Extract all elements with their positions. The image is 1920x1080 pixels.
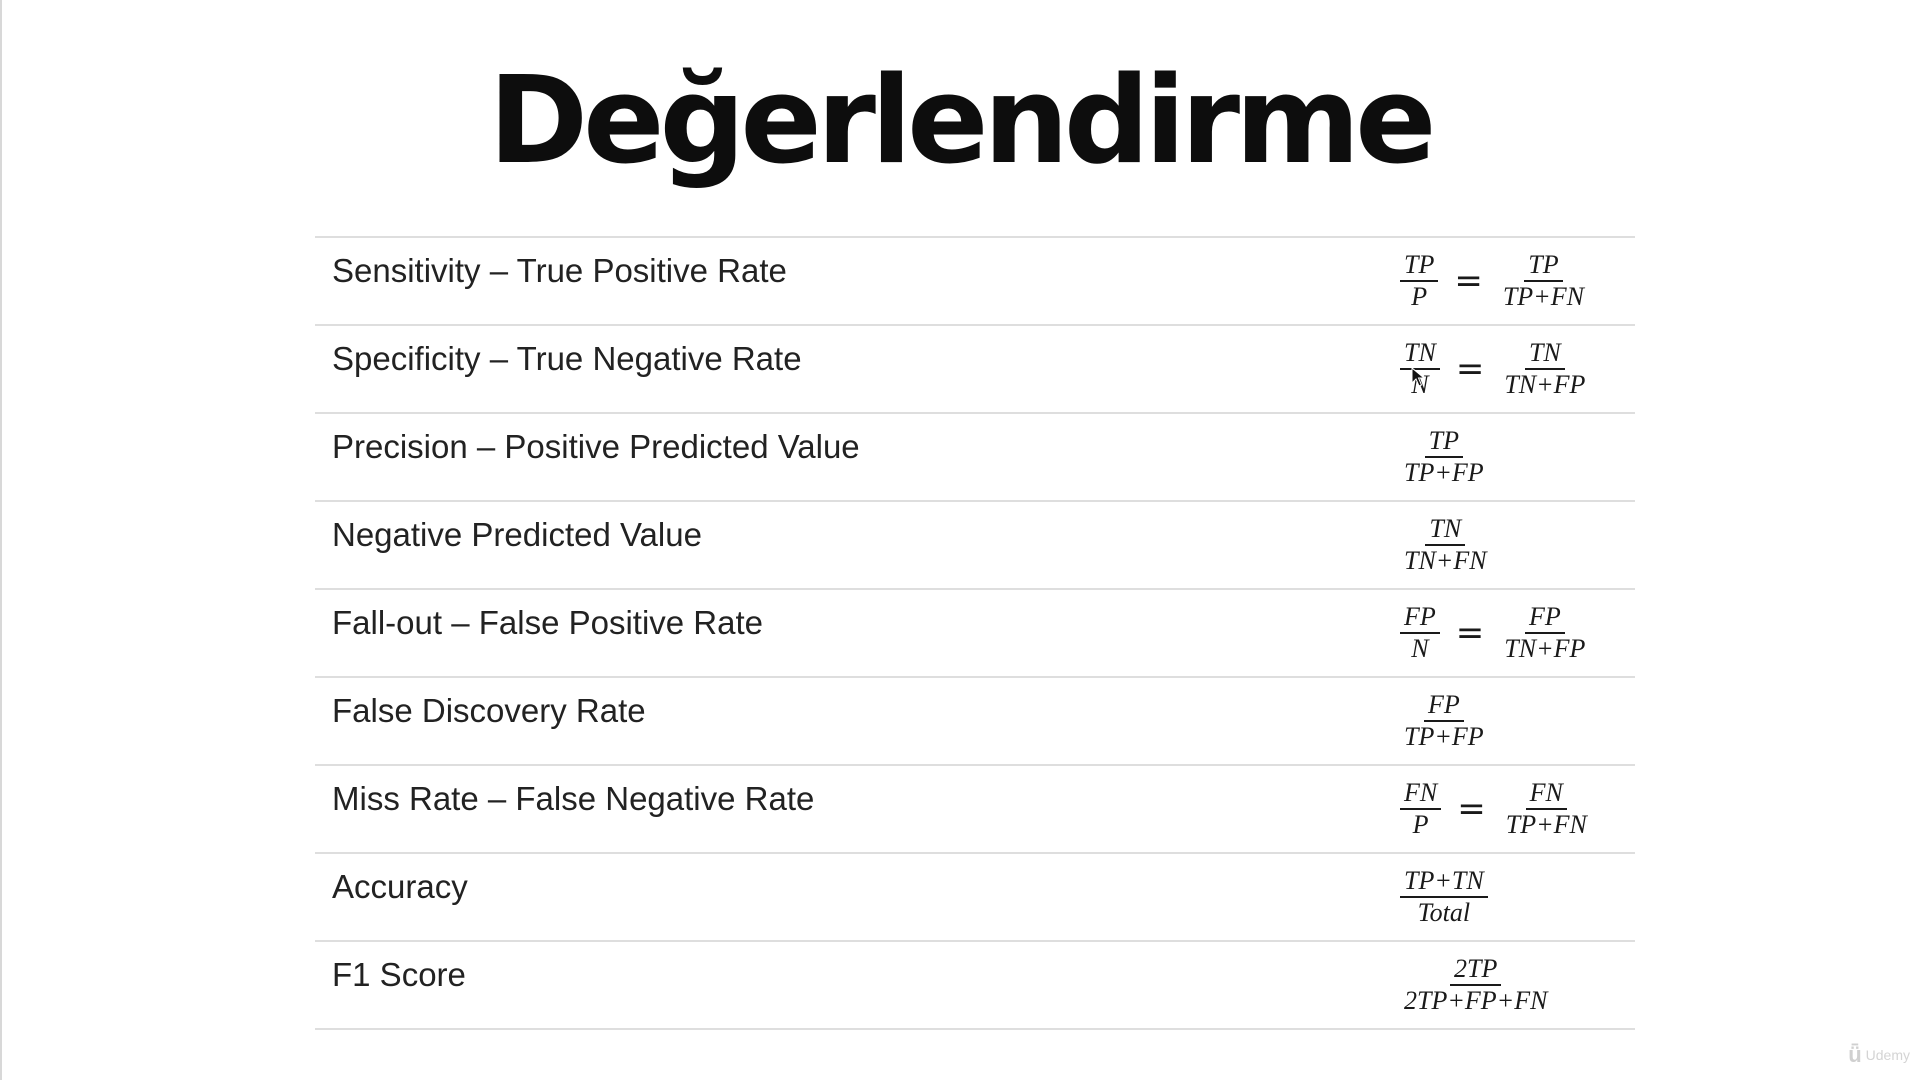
fraction: TN TN+FN <box>1400 515 1491 575</box>
fraction: TP+TN Total <box>1400 867 1488 927</box>
formula-npv: TN TN+FN <box>1400 502 1491 588</box>
denominator: 2TP+FP+FN <box>1404 986 1548 1015</box>
udemy-watermark: ǖ Udemy <box>1848 1042 1910 1068</box>
metric-row-sensitivity: Sensitivity – True Positive Rate TP P = T… <box>315 238 1635 326</box>
numerator: FP <box>1524 603 1565 634</box>
numerator: FN <box>1400 779 1442 810</box>
denominator: TN+FN <box>1404 546 1487 575</box>
formula-miss-rate: FN P = FN TP+FN <box>1400 766 1591 852</box>
numerator: TN <box>1425 515 1466 546</box>
metric-name: Negative Predicted Value <box>332 516 702 553</box>
fraction: TP TP+FP <box>1400 427 1488 487</box>
metric-row-accuracy: Accuracy TP+TN Total <box>315 854 1635 942</box>
fraction: FP TN+FP <box>1500 603 1589 663</box>
numerator: TP <box>1400 251 1439 282</box>
denominator: P <box>1412 810 1429 839</box>
metric-row-npv: Negative Predicted Value TN TN+FN <box>315 502 1635 590</box>
fraction: FP N <box>1400 603 1440 663</box>
metric-name: Precision – Positive Predicted Value <box>332 428 860 465</box>
numerator: TN <box>1400 339 1440 370</box>
numerator: TP <box>1424 427 1463 458</box>
denominator: Total <box>1417 898 1471 927</box>
metric-row-fallout: Fall-out – False Positive Rate FP N = FP T… <box>315 590 1635 678</box>
formula-sensitivity: TP P = TP TP+FN <box>1400 238 1588 324</box>
formula-fallout: FP N = FP TN+FP <box>1400 590 1589 676</box>
fraction: 2TP 2TP+FP+FN <box>1400 955 1551 1015</box>
metric-name: F1 Score <box>332 956 466 993</box>
watermark-text: Udemy <box>1865 1047 1910 1063</box>
equals-sign: = <box>1454 261 1483 301</box>
equals-sign: = <box>1455 613 1485 653</box>
formula-f1: 2TP 2TP+FP+FN <box>1400 942 1551 1028</box>
metric-name: Fall-out – False Positive Rate <box>332 604 764 641</box>
denominator: TN+FP <box>1504 370 1586 399</box>
fraction: FN TP+FN <box>1502 779 1591 839</box>
metric-name: Accuracy <box>332 868 468 905</box>
metric-name: False Discovery Rate <box>332 692 646 729</box>
metric-row-specificity: Specificity – True Negative Rate TNN = T… <box>315 326 1635 414</box>
metric-row-precision: Precision – Positive Predicted Value TP T… <box>315 414 1635 502</box>
numerator: 2TP <box>1450 955 1502 986</box>
denominator: TN+FP <box>1504 634 1586 663</box>
equals-sign: = <box>1455 349 1485 389</box>
fraction: TP TP+FN <box>1499 251 1588 311</box>
denominator: TP+FN <box>1502 282 1584 311</box>
numerator: FP <box>1423 691 1464 722</box>
equals-sign: = <box>1457 789 1486 829</box>
denominator: N <box>1411 634 1429 663</box>
metric-row-miss-rate: Miss Rate – False Negative Rate FN P = FN… <box>315 766 1635 854</box>
denominator: TP+FN <box>1505 810 1587 839</box>
metric-row-fdr: False Discovery Rate FP TP+FP <box>315 678 1635 766</box>
formula-accuracy: TP+TN Total <box>1400 854 1488 940</box>
denominator: TP+FP <box>1404 722 1484 751</box>
numerator: TP <box>1524 251 1563 282</box>
fraction: FP TP+FP <box>1400 691 1488 751</box>
metrics-table: Sensitivity – True Positive Rate TP P = T… <box>315 236 1635 1030</box>
udemy-logo-icon: ǖ <box>1848 1042 1862 1067</box>
numerator: TN <box>1524 339 1565 370</box>
mouse-pointer-icon <box>1411 367 1425 387</box>
metric-row-f1: F1 Score 2TP 2TP+FP+FN <box>315 942 1635 1030</box>
metric-name: Specificity – True Negative Rate <box>332 340 802 377</box>
numerator: TP+TN <box>1400 867 1488 898</box>
metric-name: Miss Rate – False Negative Rate <box>332 780 815 817</box>
fraction: TP P <box>1400 251 1439 311</box>
denominator: P <box>1411 282 1428 311</box>
formula-specificity: TNN = TNTN+FP <box>1400 326 1589 412</box>
metric-name: Sensitivity – True Positive Rate <box>332 252 787 289</box>
formula-fdr: FP TP+FP <box>1400 678 1488 764</box>
numerator: FN <box>1525 779 1567 810</box>
denominator: TP+FP <box>1404 458 1484 487</box>
numerator: FP <box>1400 603 1440 634</box>
slide-title: Değerlendirme <box>488 52 1436 191</box>
fraction: TN TN+FP <box>1500 339 1589 399</box>
fraction: FN P <box>1400 779 1442 839</box>
formula-precision: TP TP+FP <box>1400 414 1488 500</box>
